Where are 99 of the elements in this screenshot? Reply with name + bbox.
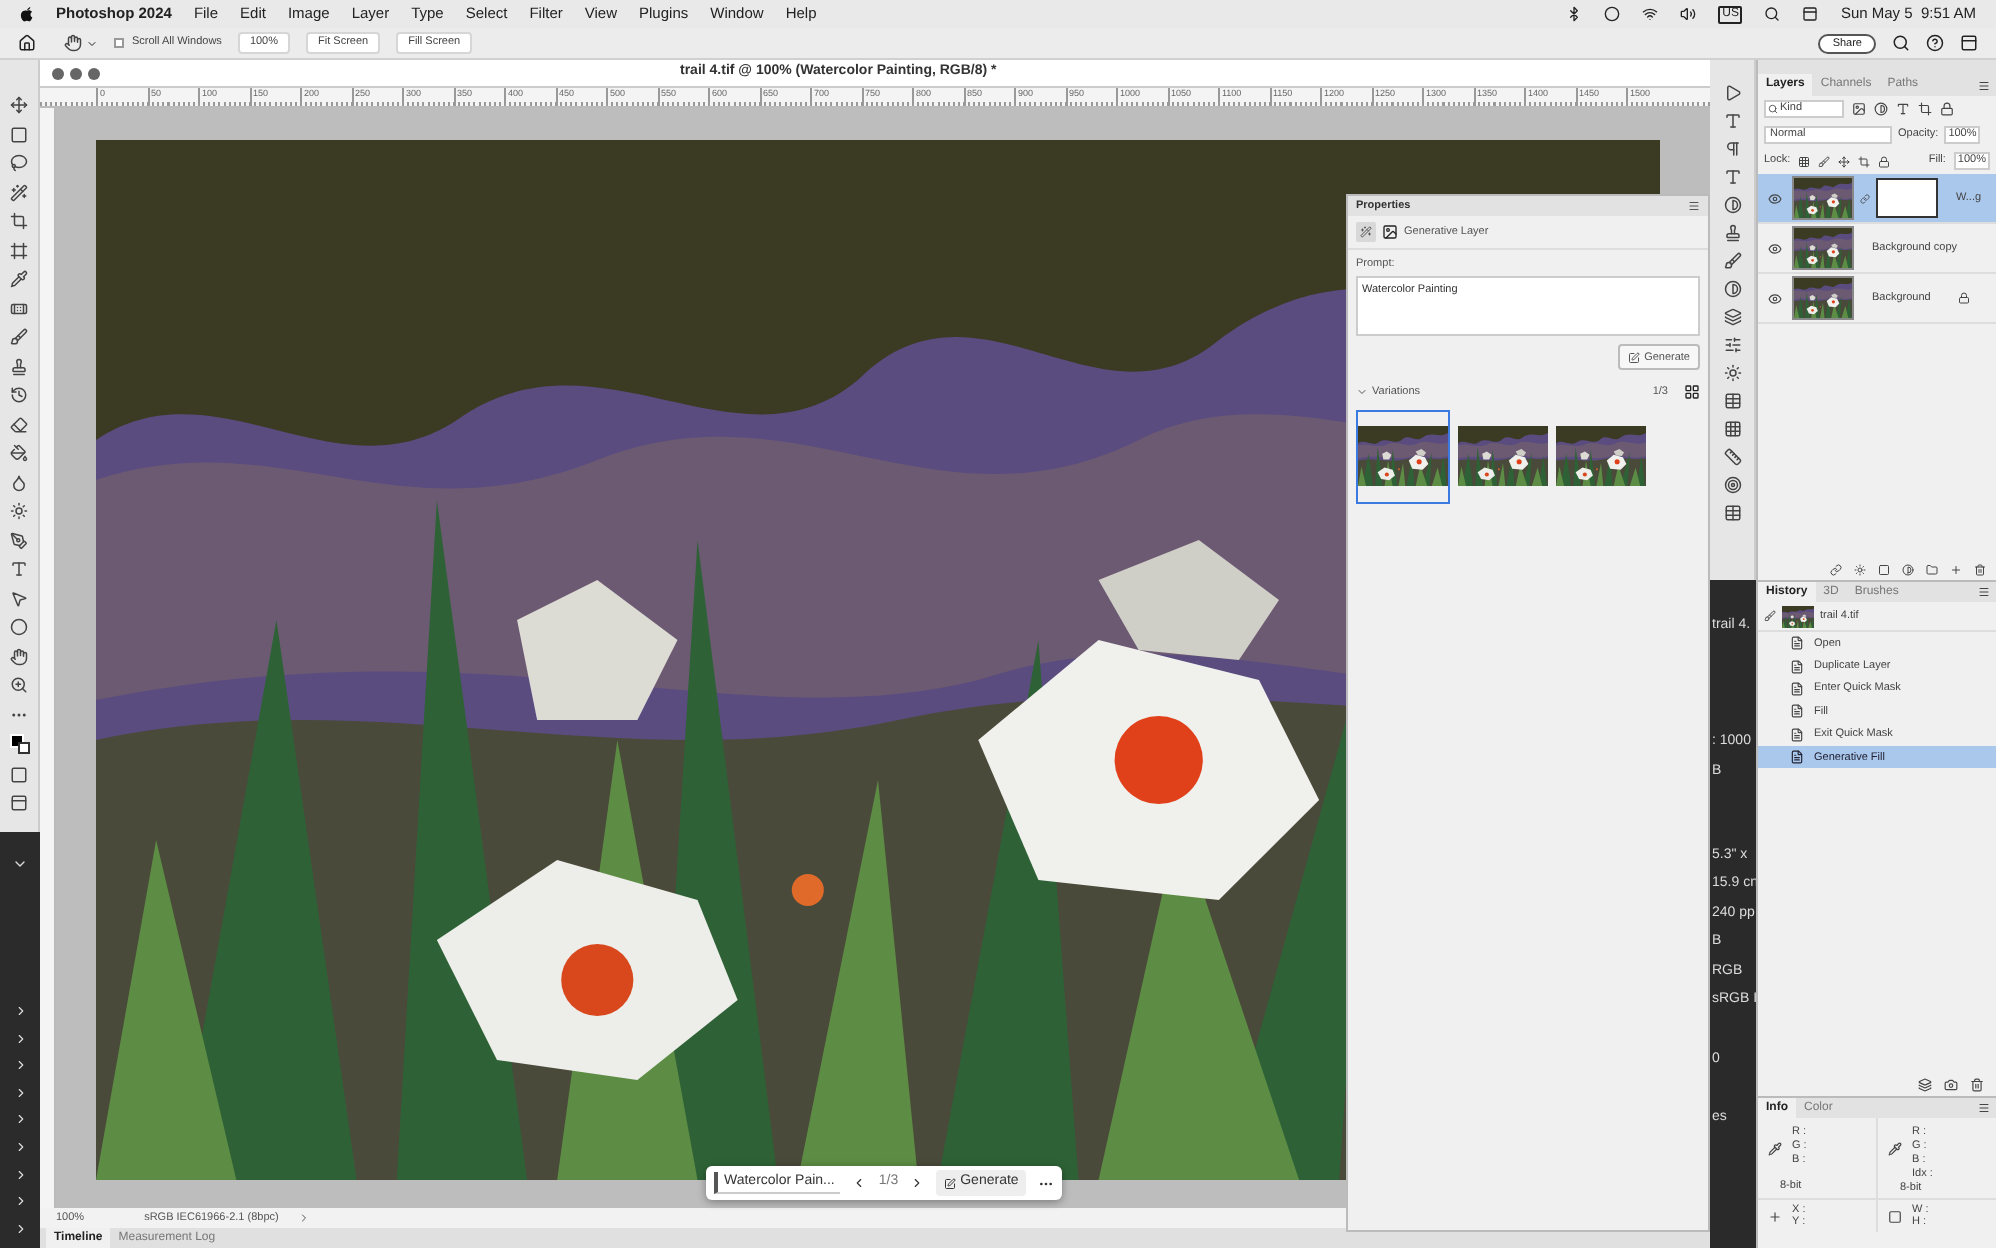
link-icon[interactable]: [1860, 193, 1870, 203]
tool-icon[interactable]: [10, 647, 28, 665]
filter-icon[interactable]: [1874, 102, 1888, 116]
panel-icon[interactable]: [1723, 224, 1741, 242]
tool-icon[interactable]: [10, 560, 28, 578]
lock-icon[interactable]: [1838, 155, 1851, 167]
panel-menu-icon[interactable]: [1978, 586, 1990, 598]
caret-icon[interactable]: [86, 37, 98, 49]
workspace-icon[interactable]: [1960, 34, 1978, 52]
visibility-icon[interactable]: [1768, 191, 1782, 205]
help-icon[interactable]: [1926, 34, 1944, 52]
hand-tool-icon[interactable]: [64, 34, 82, 52]
panel-icon[interactable]: [1723, 364, 1741, 382]
layer-action-icon[interactable]: [1854, 563, 1866, 575]
panel-menu-icon[interactable]: [1688, 200, 1700, 212]
panel-icon[interactable]: [1723, 448, 1741, 466]
checkbox[interactable]: [114, 38, 124, 48]
panel-icon[interactable]: [1723, 336, 1741, 354]
panel-icon[interactable]: [1723, 84, 1741, 102]
document-icon: [1790, 704, 1804, 719]
record-icon[interactable]: [1604, 6, 1621, 22]
camera-icon[interactable]: [1944, 1077, 1958, 1091]
home-icon[interactable]: [18, 34, 36, 52]
previous-icon[interactable]: [852, 1176, 867, 1190]
layer-mask-thumbnail: [1876, 178, 1938, 218]
tool-icon[interactable]: [10, 299, 28, 317]
panel-icon[interactable]: [1723, 196, 1741, 214]
layer-action-icon[interactable]: [1830, 563, 1842, 575]
tool-icon[interactable]: [10, 154, 28, 172]
document-icon: [1790, 727, 1804, 742]
crosshair-icon: [1768, 1209, 1782, 1223]
screen-mode-icon[interactable]: [10, 794, 28, 812]
document-icon: [1790, 681, 1804, 696]
grid-view-icon[interactable]: [1684, 384, 1700, 401]
layer-action-icon[interactable]: [1974, 563, 1986, 575]
filter-icon[interactable]: [1940, 102, 1954, 116]
search-icon[interactable]: [1892, 34, 1910, 52]
visibility-icon[interactable]: [1768, 291, 1782, 305]
tool-icon[interactable]: [10, 183, 28, 201]
tool-icon[interactable]: [10, 328, 28, 346]
layer-action-icon[interactable]: [1950, 563, 1962, 575]
next-icon[interactable]: [910, 1176, 925, 1190]
new-document-icon[interactable]: [1918, 1077, 1932, 1091]
filter-icon[interactable]: [1852, 102, 1866, 116]
panel-icon[interactable]: [1723, 280, 1741, 298]
apple-logo-icon[interactable]: [20, 6, 34, 22]
visibility-icon[interactable]: [1768, 241, 1782, 255]
lock-icon[interactable]: [1798, 155, 1811, 167]
eyedropper-icon: [1888, 1142, 1902, 1156]
panel-icon[interactable]: [1723, 420, 1741, 438]
lock-icon[interactable]: [1878, 155, 1891, 167]
tool-icon[interactable]: [10, 125, 28, 143]
tool-icon[interactable]: [10, 357, 28, 375]
tool-icon[interactable]: [10, 473, 28, 491]
panel-icon[interactable]: [1723, 392, 1741, 410]
bluetooth-icon[interactable]: [1566, 6, 1583, 22]
color-swatches[interactable]: [9, 734, 29, 754]
wifi-icon[interactable]: [1642, 6, 1659, 22]
tool-icon[interactable]: [10, 270, 28, 288]
quick-mask-icon[interactable]: [10, 765, 28, 783]
panel-icon[interactable]: [1723, 168, 1741, 186]
panel-icon[interactable]: [1723, 504, 1741, 522]
tool-icon[interactable]: [10, 502, 28, 520]
panel-icon[interactable]: [1723, 252, 1741, 270]
layer-action-icon[interactable]: [1878, 563, 1890, 575]
lock-icon[interactable]: [1858, 155, 1871, 167]
edit-icon: [944, 1177, 957, 1189]
tool-icon[interactable]: [10, 212, 28, 230]
layer-action-icon[interactable]: [1902, 563, 1914, 575]
expand-icon[interactable]: [12, 856, 28, 872]
filter-icon[interactable]: [1896, 102, 1910, 116]
control-center-icon[interactable]: [1802, 6, 1819, 22]
search-icon[interactable]: [1764, 6, 1781, 22]
tool-icon[interactable]: [10, 241, 28, 259]
trash-icon[interactable]: [1970, 1077, 1984, 1091]
layer-action-icon[interactable]: [1926, 563, 1938, 575]
volume-icon[interactable]: [1680, 6, 1697, 22]
eyedropper-icon: [1768, 1142, 1782, 1156]
tool-icon[interactable]: [10, 444, 28, 462]
document-icon: [1790, 636, 1804, 651]
history-brush-icon[interactable]: [1764, 610, 1776, 622]
selection-size-icon: [1888, 1209, 1902, 1223]
document-icon: [1790, 750, 1804, 765]
tool-icon[interactable]: [10, 96, 28, 114]
tool-icon[interactable]: [10, 531, 28, 549]
panel-menu-icon[interactable]: [1978, 1102, 1990, 1114]
tool-icon[interactable]: [10, 386, 28, 404]
panel-icon[interactable]: [1723, 112, 1741, 130]
filter-icon[interactable]: [1918, 102, 1932, 116]
tool-icon[interactable]: [10, 676, 28, 694]
search-icon: [1768, 104, 1778, 114]
lock-icon: [1958, 292, 1970, 304]
panel-icon[interactable]: [1723, 476, 1741, 494]
document-icon: [1790, 659, 1804, 674]
tool-icon[interactable]: [10, 415, 28, 433]
panel-icon[interactable]: [1723, 140, 1741, 158]
panel-icon[interactable]: [1723, 308, 1741, 326]
panel-menu-icon[interactable]: [1978, 79, 1990, 91]
lock-icon[interactable]: [1818, 155, 1831, 167]
